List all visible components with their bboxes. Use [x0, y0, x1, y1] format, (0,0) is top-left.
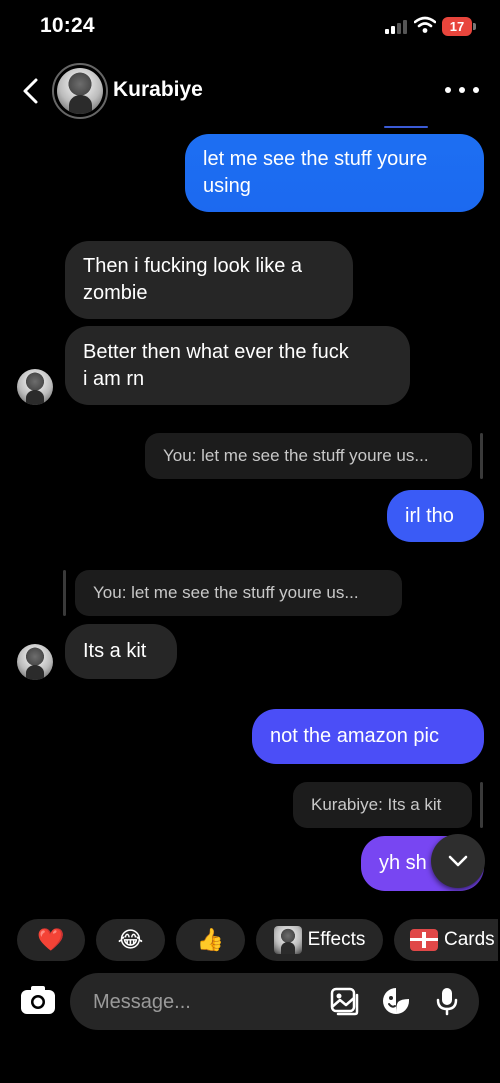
- message-bubble-sent[interactable]: irl tho: [387, 490, 484, 542]
- cards-label: Cards: [444, 929, 495, 950]
- scroll-to-bottom-button[interactable]: [431, 834, 485, 888]
- message-text: irl tho: [405, 504, 454, 527]
- message-text: i am rn: [83, 367, 145, 390]
- microphone-icon[interactable]: [432, 986, 462, 1016]
- gallery-icon[interactable]: [330, 986, 360, 1016]
- heart-reaction-button[interactable]: ❤️: [17, 919, 85, 961]
- sender-avatar[interactable]: [17, 369, 53, 405]
- reply-preview[interactable]: Kurabiye: Its a kit: [293, 782, 472, 828]
- message-text: not the amazon pic: [270, 725, 439, 747]
- contact-avatar[interactable]: [52, 63, 108, 119]
- thumbs-up-icon: 👍: [196, 927, 225, 952]
- effects-label: Effects: [307, 929, 366, 950]
- message-text: let me see the stuff youre: [203, 148, 428, 170]
- status-time: 10:24: [40, 14, 95, 37]
- message-text: using: [203, 175, 251, 197]
- message-text: Then i fucking look like a: [83, 255, 303, 277]
- message-text: Its a kit: [83, 640, 147, 662]
- message-bubble-received[interactable]: Then i fucking look like a zombie: [65, 241, 353, 319]
- wifi-icon: [414, 16, 436, 33]
- scroll-edge-indicator: [384, 126, 428, 128]
- effects-thumbnail-icon: [273, 926, 302, 954]
- chevron-down-icon: [448, 855, 468, 867]
- sticker-icon[interactable]: [381, 986, 411, 1016]
- message-bubble-received[interactable]: Its a kit: [65, 624, 177, 679]
- battery-cap: [473, 23, 476, 30]
- back-arrow-icon[interactable]: [18, 76, 44, 106]
- laugh-reaction-button[interactable]: 😂: [96, 919, 165, 961]
- message-text: yh sh: [379, 852, 427, 874]
- more-options-icon[interactable]: [445, 80, 479, 100]
- effects-button[interactable]: Effects: [256, 919, 383, 961]
- laughing-face-icon: 😂: [117, 927, 144, 952]
- battery-indicator: 17: [442, 17, 472, 36]
- reply-indicator-bar: [63, 570, 66, 616]
- message-text: Better then what ever the fuck: [83, 340, 349, 363]
- reply-indicator-bar: [480, 433, 483, 479]
- message-bubble-received[interactable]: Better then what ever the fuck i am rn: [65, 326, 410, 405]
- reply-preview[interactable]: You: let me see the stuff youre us...: [75, 570, 402, 616]
- message-text: zombie: [83, 282, 148, 304]
- message-bubble-sent[interactable]: not the amazon pic: [252, 709, 484, 764]
- heart-icon: ❤️: [37, 927, 65, 952]
- sender-avatar[interactable]: [17, 644, 53, 680]
- reply-preview[interactable]: You: let me see the stuff youre us...: [145, 433, 472, 479]
- message-bubble-sent[interactable]: let me see the stuff youre using: [185, 134, 484, 212]
- signal-icon: [385, 20, 407, 34]
- contact-name[interactable]: Kurabiye: [113, 78, 203, 102]
- message-input[interactable]: [93, 988, 313, 1016]
- gift-card-icon: [410, 929, 438, 951]
- camera-icon[interactable]: [17, 979, 59, 1021]
- reply-indicator-bar: [480, 782, 483, 828]
- thumbs-up-reaction-button[interactable]: 👍: [176, 919, 245, 961]
- cards-button[interactable]: Cards: [394, 919, 498, 961]
